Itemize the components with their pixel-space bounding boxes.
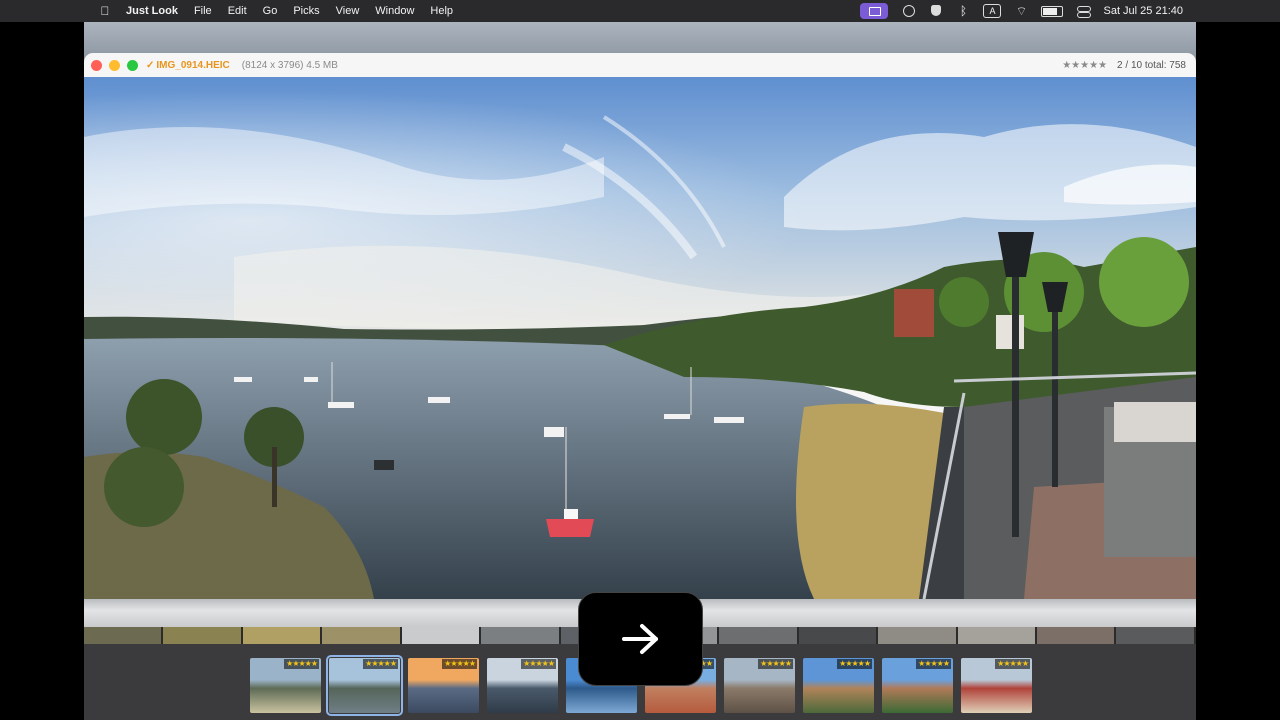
thumbnail-rating: ★★★★★ — [916, 659, 951, 669]
next-image-button[interactable] — [578, 592, 703, 686]
file-name: ✓ IMG_0914.HEIC — [146, 60, 230, 71]
menu-file[interactable]: File — [194, 5, 212, 17]
control-center-icon[interactable] — [1076, 5, 1092, 18]
right-arrow-icon — [621, 624, 658, 654]
main-photo[interactable] — [84, 77, 1196, 599]
menu-edit[interactable]: Edit — [228, 5, 247, 17]
thumbnail-harbour-panorama[interactable]: ★★★★★ — [326, 655, 403, 716]
thumbnail-rating: ★★★★★ — [521, 659, 556, 669]
menu-window[interactable]: Window — [375, 5, 414, 17]
minimize-button[interactable] — [109, 59, 120, 71]
menu-go[interactable]: Go — [263, 5, 278, 17]
thumbnail-rating: ★★★★★ — [363, 659, 398, 669]
close-button[interactable] — [91, 59, 102, 71]
thumbnail-rating: ★★★★★ — [758, 659, 793, 669]
thumbnail-coast-clouds[interactable]: ★★★★★ — [487, 658, 558, 713]
menu-view[interactable]: View — [336, 5, 360, 17]
zoom-button[interactable] — [127, 59, 138, 71]
thumbnail-palace-garden[interactable]: ★★★★★ — [882, 658, 953, 713]
file-info: (8124 x 3796) 4.5 MB — [241, 59, 338, 71]
thumbnail-rating: ★★★★★ — [995, 659, 1030, 669]
thumbnail-rating: ★★★★★ — [284, 659, 319, 669]
input-source-icon[interactable]: A — [983, 4, 1002, 18]
menu-picks[interactable]: Picks — [293, 5, 319, 17]
apple-menu-icon[interactable]:  — [98, 4, 112, 18]
clock[interactable]: Sat Jul 25 21:40 — [1103, 5, 1183, 17]
thumbnail-rating: ★★★★★ — [442, 659, 477, 669]
thumbnail-sunset[interactable]: ★★★★★ — [408, 658, 479, 713]
rating-stars[interactable]: ★★★★★ — [1062, 60, 1107, 71]
thumbnail-castle[interactable]: ★★★★★ — [803, 658, 874, 713]
menu-bar:  Just Look File Edit Go Picks View Wind… — [0, 0, 1280, 22]
image-position: 2 / 10 total: 758 — [1117, 59, 1186, 71]
viewer-window: ✓ IMG_0914.HEIC (8124 x 3796) 4.5 MB ★★★★… — [84, 53, 1196, 599]
thumbnail-rating: ★★★★★ — [837, 659, 872, 669]
battery-icon[interactable] — [1041, 5, 1064, 17]
screen-display-icon[interactable] — [860, 3, 889, 19]
panorama-image — [84, 77, 1196, 599]
thumbnail-red-street[interactable]: ★★★★★ — [961, 658, 1032, 713]
thumbnail-town-square[interactable]: ★★★★★ — [724, 658, 795, 713]
checkmark-icon: ✓ — [146, 59, 155, 71]
file-name-text: IMG_0914.HEIC — [156, 59, 230, 71]
status-area: ᛒ A ⌔ Sat Jul 25 21:40 — [860, 0, 1280, 22]
shield-icon[interactable] — [929, 5, 943, 17]
record-icon[interactable] — [902, 5, 916, 17]
menu-help[interactable]: Help — [430, 5, 453, 17]
thumbnail-lake-view[interactable]: ★★★★★ — [250, 658, 321, 713]
wifi-icon[interactable]: ⌔ — [1014, 5, 1028, 17]
title-bar: ✓ IMG_0914.HEIC (8124 x 3796) 4.5 MB ★★★★… — [84, 53, 1196, 77]
bluetooth-icon[interactable]: ᛒ — [956, 5, 970, 17]
app-menu[interactable]: Just Look — [126, 5, 178, 17]
